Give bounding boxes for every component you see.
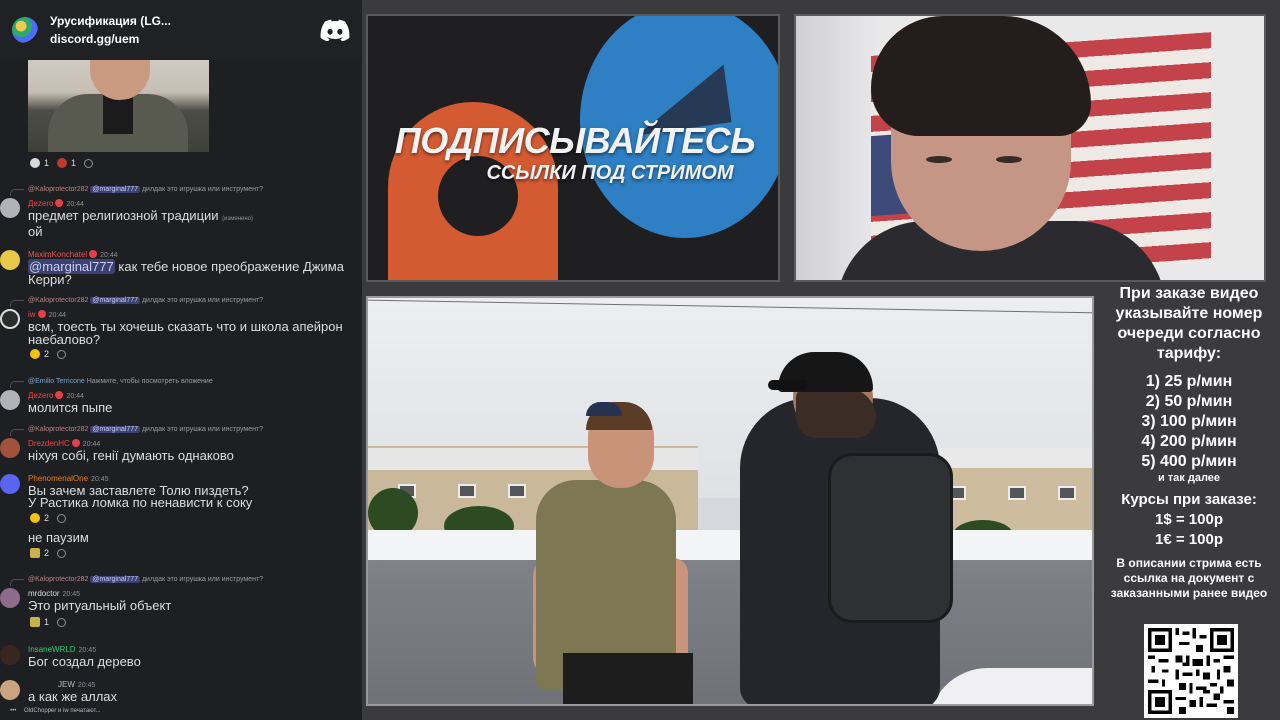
- username[interactable]: Дezero 20:44: [28, 391, 84, 400]
- avatar[interactable]: [0, 198, 20, 218]
- reply-preview[interactable]: @Kaloprotector282 @marginal777 дилдак эт…: [28, 576, 263, 583]
- message-reactions: 2: [30, 349, 67, 359]
- reply-preview[interactable]: @Emilio Terricone Нажмите, чтобы посмотр…: [28, 378, 213, 385]
- reaction-emoji-icon: [30, 158, 40, 168]
- message-text: молится пыпе: [28, 400, 113, 415]
- reaction-emoji-icon: [30, 548, 40, 558]
- tariff-list: 1) 25 р/мин 2) 50 р/мин 3) 100 р/мин 4) …: [1100, 372, 1278, 472]
- message-reactions: 1: [30, 617, 67, 627]
- embed-reactions: 1 1: [30, 158, 94, 168]
- qr-code[interactable]: [1144, 624, 1238, 718]
- tariff-item: 4) 200 р/мин: [1141, 433, 1237, 450]
- username[interactable]: iw 20:44: [28, 310, 66, 319]
- reply-preview[interactable]: @Kaloprotector282 @marginal777 дилдак эт…: [28, 297, 263, 304]
- subscribe-promo-banner: ПОДПИСЫВАЙТЕСЬ ССЫЛКИ ПОД СТРИМОМ: [366, 14, 780, 282]
- discord-logo-icon: [320, 19, 350, 41]
- reaction[interactable]: 2: [30, 548, 49, 558]
- tariff-item: 5) 400 р/мин: [1141, 453, 1237, 470]
- add-reaction-icon[interactable]: [57, 617, 67, 627]
- tariff-item: 3) 100 р/мин: [1141, 413, 1237, 430]
- main-video-frame: [366, 296, 1094, 706]
- streamer-webcam: [794, 14, 1266, 282]
- rates-title: Курсы при заказе:: [1121, 491, 1257, 508]
- reaction[interactable]: 2: [30, 513, 49, 523]
- reaction[interactable]: 2: [30, 349, 49, 359]
- typing-indicator: ••• OldChopper и iw печатают...: [10, 708, 101, 714]
- reply-preview[interactable]: @Kaloprotector282 @marginal777 дилдак эт…: [28, 186, 263, 193]
- promo-subtitle: ССЫЛКИ ПОД СТРИМОМ: [486, 162, 734, 184]
- stream-layout: Урусификация (LG... discord.gg/uem 1 1 @…: [0, 0, 1280, 720]
- server-name: Урусификация (LG...: [50, 14, 171, 28]
- server-invite-link[interactable]: discord.gg/uem: [50, 32, 320, 46]
- discord-chat-overlay: Урусификация (LG... discord.gg/uem 1 1 @…: [0, 0, 362, 720]
- username[interactable]: PhenomenalOne 20:45: [28, 474, 109, 483]
- message-text: ой: [28, 224, 43, 239]
- message-text: Бог создал дерево: [28, 654, 141, 669]
- reaction-emoji-icon: [30, 349, 40, 359]
- message-text: Это ритуальный объект: [28, 598, 172, 613]
- message-text: ніхуя собі, генії думають однаково: [28, 448, 234, 463]
- reply-preview[interactable]: @Kaloprotector282 @marginal777 дилдак эт…: [28, 426, 263, 433]
- message-text: не паузим: [28, 530, 89, 545]
- reaction[interactable]: 1: [30, 158, 49, 168]
- rate-item: 1€ = 100р: [1155, 531, 1223, 548]
- reaction-emoji-icon: [30, 617, 40, 627]
- reaction-emoji-icon: [30, 513, 40, 523]
- username[interactable]: mrdoctor 20:45: [28, 589, 80, 598]
- document-note: В описании стрима есть ссылка на докумен…: [1110, 556, 1268, 600]
- message-text: У Растика ломка по ненависти к соку: [28, 495, 253, 510]
- avatar[interactable]: [0, 645, 20, 665]
- message-reactions: 2: [30, 548, 67, 558]
- backpack: [828, 453, 953, 623]
- tariff-item: 2) 50 р/мин: [1145, 393, 1233, 410]
- tariff-item: 1) 25 р/мин: [1145, 373, 1233, 390]
- avatar[interactable]: [0, 680, 20, 700]
- add-reaction-icon[interactable]: [57, 513, 67, 523]
- message-reactions: 2: [30, 513, 67, 523]
- message-text: @marginal777 как тебе новое преображение…: [28, 259, 344, 274]
- order-heading: При заказе видео указывайте номер очеред…: [1115, 285, 1263, 362]
- message-text: предмет религиозной традиции (изменено): [28, 208, 254, 223]
- avatar[interactable]: [0, 438, 20, 458]
- embedded-image-attachment[interactable]: [28, 60, 209, 152]
- reaction[interactable]: 1: [30, 617, 49, 627]
- username[interactable]: JEW 20:45: [28, 680, 95, 689]
- username[interactable]: Дezero 20:44: [28, 199, 84, 208]
- chat-header: Урусификация (LG... discord.gg/uem: [0, 0, 362, 60]
- message-text: а как же аллах: [28, 689, 118, 704]
- reaction[interactable]: 1: [57, 158, 76, 168]
- rate-item: 1$ = 100р: [1155, 511, 1223, 528]
- message-text: наебалово?: [28, 332, 101, 347]
- message-text: Керри?: [28, 272, 72, 287]
- add-reaction-icon[interactable]: [57, 349, 67, 359]
- server-avatar-icon: [12, 17, 38, 43]
- avatar[interactable]: [0, 588, 20, 608]
- order-info-panel: При заказе видео указывайте номер очеред…: [1100, 284, 1278, 601]
- promo-title: ПОДПИСЫВАЙТЕСЬ: [394, 120, 756, 161]
- username[interactable]: MaximKonchatel 20:44: [28, 250, 118, 259]
- add-reaction-icon[interactable]: [84, 158, 94, 168]
- username[interactable]: DrezdenHC 20:44: [28, 439, 100, 448]
- avatar[interactable]: [0, 309, 20, 329]
- add-reaction-icon[interactable]: [57, 548, 67, 558]
- username[interactable]: InsaneWRLD 20:45: [28, 645, 96, 654]
- tariff-note: и так далее: [1157, 472, 1221, 484]
- avatar[interactable]: [0, 390, 20, 410]
- reaction-emoji-icon: [57, 158, 68, 168]
- avatar[interactable]: [0, 474, 20, 494]
- avatar[interactable]: [0, 250, 20, 270]
